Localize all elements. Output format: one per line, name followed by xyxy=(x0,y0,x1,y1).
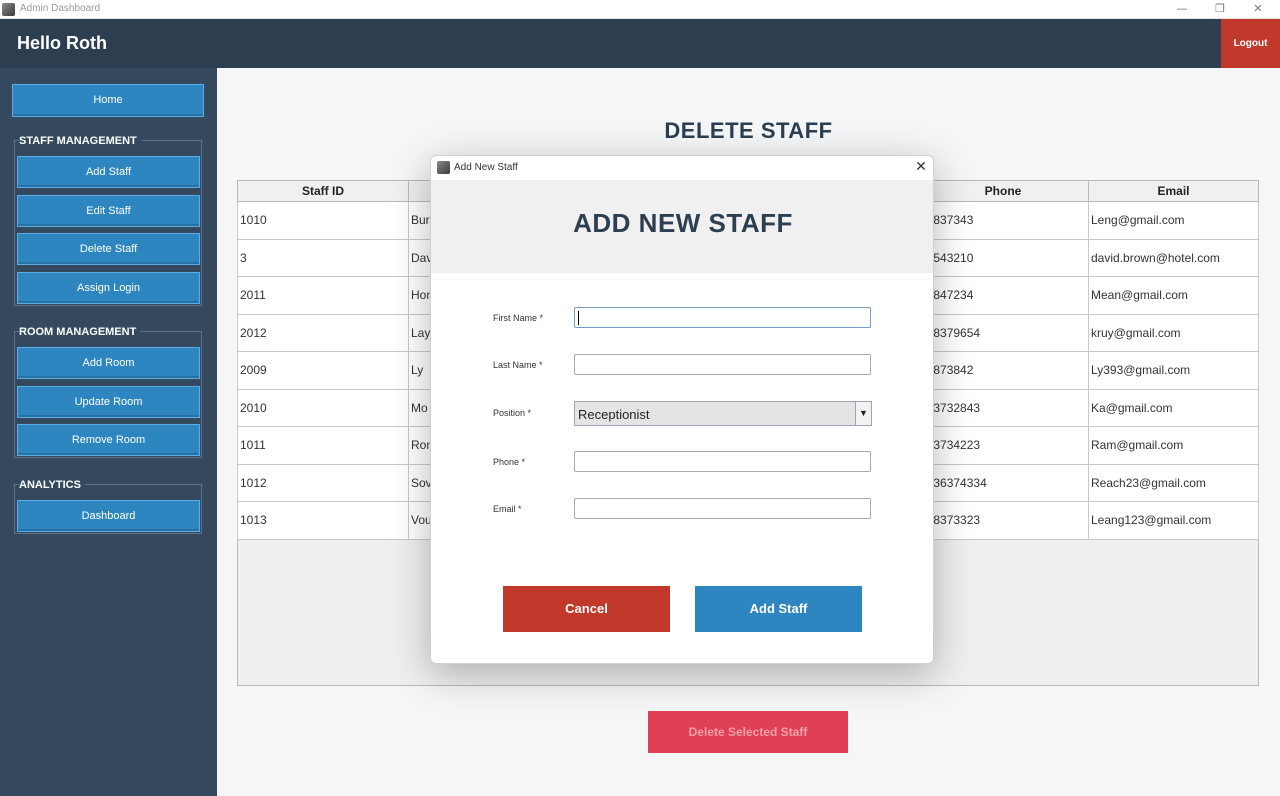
app-header: Hello Roth Logout xyxy=(0,19,1280,68)
table-cell: 1012 xyxy=(237,463,409,502)
dialog-header: ADD NEW STAFF xyxy=(431,180,933,273)
table-cell: david.brown@hotel.com xyxy=(1088,238,1259,277)
table-cell: Leng@gmail.com xyxy=(1088,201,1259,240)
table-cell: 2009 xyxy=(237,351,409,390)
edit-staff-button[interactable]: Edit Staff xyxy=(17,195,200,227)
table-cell: 3736374334 xyxy=(917,463,1089,502)
column-header-staff-id[interactable]: Staff ID xyxy=(237,180,409,202)
add-staff-submit-button[interactable]: Add Staff xyxy=(695,586,862,632)
position-value: Receptionist xyxy=(578,407,650,422)
phone-label: Phone * xyxy=(493,457,526,467)
first-name-field[interactable] xyxy=(574,307,871,328)
logout-button[interactable]: Logout xyxy=(1221,19,1280,68)
first-name-label: First Name * xyxy=(493,313,544,323)
last-name-field[interactable] xyxy=(574,354,871,375)
page-title: DELETE STAFF xyxy=(664,118,833,143)
home-button[interactable]: Home xyxy=(12,84,204,117)
table-cell: 778373323 xyxy=(917,501,1089,540)
email-field[interactable] xyxy=(574,498,871,519)
window-title: Admin Dashboard xyxy=(20,3,101,14)
email-label: Email * xyxy=(493,504,522,514)
room-management-title: ROOM MANAGEMENT xyxy=(19,326,141,338)
table-cell: 73847234 xyxy=(917,276,1089,315)
table-cell: Ram@gmail.com xyxy=(1088,426,1259,465)
dashboard-button[interactable]: Dashboard xyxy=(17,500,200,532)
cancel-button[interactable]: Cancel xyxy=(503,586,670,632)
table-cell: 2010 xyxy=(237,388,409,427)
position-select[interactable]: Receptionist ▼ xyxy=(574,401,872,426)
table-cell: Ly393@gmail.com xyxy=(1088,351,1259,390)
table-cell: 563734223 xyxy=(917,426,1089,465)
table-cell: 1010 xyxy=(237,201,409,240)
analytics-title: ANALYTICS xyxy=(19,479,85,491)
table-cell: 87837343 xyxy=(917,201,1089,240)
position-label: Position * xyxy=(493,408,532,418)
app-icon xyxy=(437,161,450,174)
table-cell: Mean@gmail.com xyxy=(1088,276,1259,315)
table-cell: 1011 xyxy=(237,426,409,465)
table-cell: 3 xyxy=(237,238,409,277)
app-icon xyxy=(2,3,15,16)
dialog-window-title: Add New Staff xyxy=(454,162,518,173)
table-cell: 748379654 xyxy=(917,313,1089,352)
delete-staff-button[interactable]: Delete Staff xyxy=(17,233,200,265)
table-cell: 1013 xyxy=(237,501,409,540)
table-cell: 2011 xyxy=(237,276,409,315)
dialog-titlebar: Add New Staff ✕ xyxy=(431,156,933,180)
table-cell: 2012 xyxy=(237,313,409,352)
delete-selected-staff-button[interactable]: Delete Selected Staff xyxy=(648,711,848,753)
minimize-icon[interactable]: — xyxy=(1172,1,1192,17)
close-icon[interactable]: ✕ xyxy=(913,159,929,175)
add-new-staff-dialog: Add New Staff ✕ ADD NEW STAFF First Name… xyxy=(430,155,934,664)
table-cell: kruy@gmail.com xyxy=(1088,313,1259,352)
add-room-button[interactable]: Add Room xyxy=(17,347,200,379)
table-cell: 373732843 xyxy=(917,388,1089,427)
dialog-heading: ADD NEW STAFF xyxy=(573,208,793,238)
column-header-email[interactable]: Email xyxy=(1088,180,1259,202)
greeting: Hello Roth xyxy=(17,33,107,53)
chevron-down-icon[interactable]: ▼ xyxy=(855,402,871,425)
close-window-icon[interactable]: ✕ xyxy=(1248,1,1268,17)
maximize-icon[interactable]: ❐ xyxy=(1210,1,1230,17)
table-cell: 76543210 xyxy=(917,238,1089,277)
text-caret xyxy=(578,311,579,325)
table-cell: 83873842 xyxy=(917,351,1089,390)
table-cell: Ka@gmail.com xyxy=(1088,388,1259,427)
window-titlebar: Admin Dashboard — ❐ ✕ xyxy=(0,0,1280,19)
table-cell: Reach23@gmail.com xyxy=(1088,463,1259,502)
assign-login-button[interactable]: Assign Login xyxy=(17,272,200,304)
add-staff-button[interactable]: Add Staff xyxy=(17,156,200,188)
update-room-button[interactable]: Update Room xyxy=(17,386,200,418)
remove-room-button[interactable]: Remove Room xyxy=(17,424,200,456)
table-cell: Leang123@gmail.com xyxy=(1088,501,1259,540)
sidebar: Home STAFF MANAGEMENT Add Staff Edit Sta… xyxy=(0,68,217,796)
column-header-phone[interactable]: Phone xyxy=(917,180,1089,202)
last-name-label: Last Name * xyxy=(493,360,543,370)
staff-management-title: STAFF MANAGEMENT xyxy=(19,135,141,147)
phone-field[interactable] xyxy=(574,451,871,472)
